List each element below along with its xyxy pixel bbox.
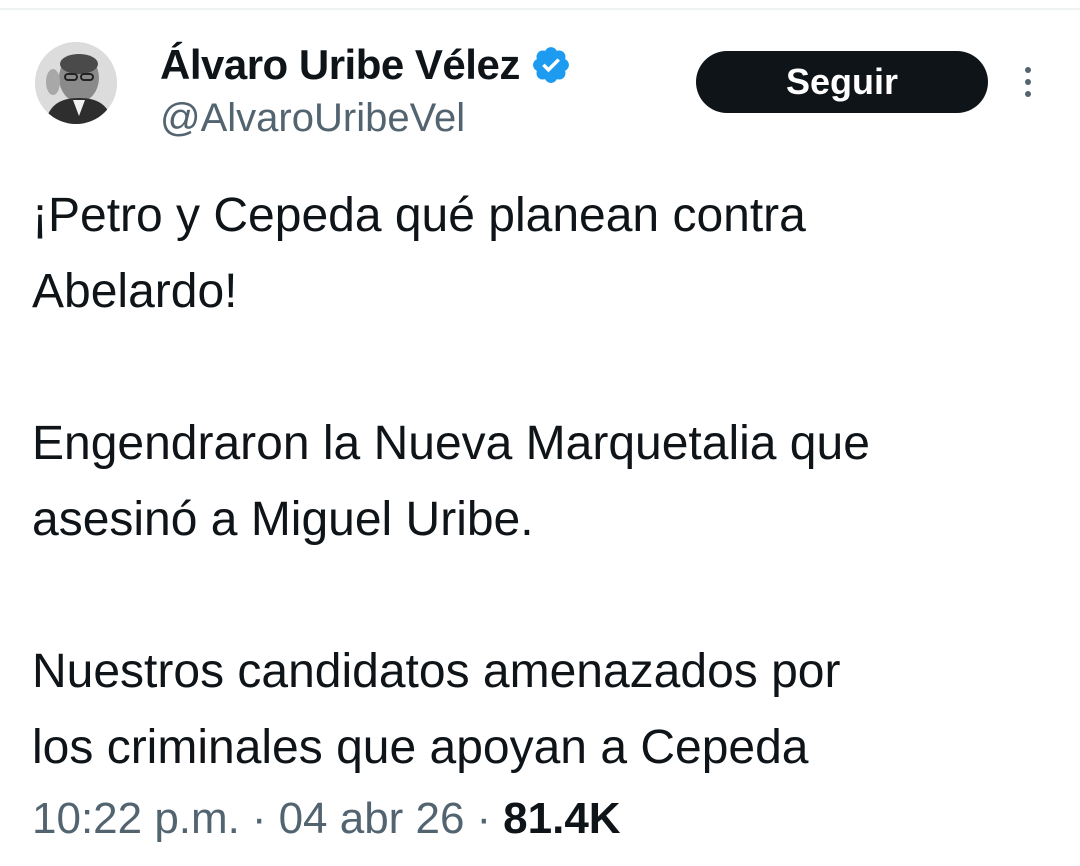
tweet-date[interactable]: 04 abr 26 xyxy=(279,794,465,844)
meta-separator: · xyxy=(476,794,492,843)
tweet-text-line: asesinó a Miguel Uribe. xyxy=(32,493,534,546)
author-display-name[interactable]: Álvaro Uribe Vélez xyxy=(160,41,520,89)
more-vertical-icon[interactable] xyxy=(1018,62,1038,102)
tweet-text-line: Engendraron la Nueva Marquetalia que xyxy=(32,417,870,470)
tweet-text-line: los criminales que apoyan a Cepeda xyxy=(32,721,809,774)
top-divider xyxy=(0,8,1080,10)
author-handle[interactable]: @AlvaroUribeVel xyxy=(160,96,465,141)
tweet-text-line: ¡Petro y Cepeda qué planean contra xyxy=(32,189,806,242)
follow-button[interactable]: Seguir xyxy=(696,51,988,113)
tweet-text-line: Nuestros candidatos amenazados por xyxy=(32,645,841,698)
meta-separator: · xyxy=(251,794,267,843)
view-count[interactable]: 81.4K xyxy=(503,794,620,844)
tweet-meta: 10:22 p.m. · 04 abr 26 · 81.4K xyxy=(32,794,621,844)
author-name-row: Álvaro Uribe Vélez xyxy=(160,36,572,94)
tweet-text-line: Abelardo! xyxy=(32,265,238,318)
tweet-time[interactable]: 10:22 p.m. xyxy=(32,794,240,844)
tweet-text: ¡Petro y Cepeda qué planean contra Abela… xyxy=(32,178,1062,786)
verified-badge-icon xyxy=(530,44,572,86)
avatar[interactable] xyxy=(35,42,117,124)
